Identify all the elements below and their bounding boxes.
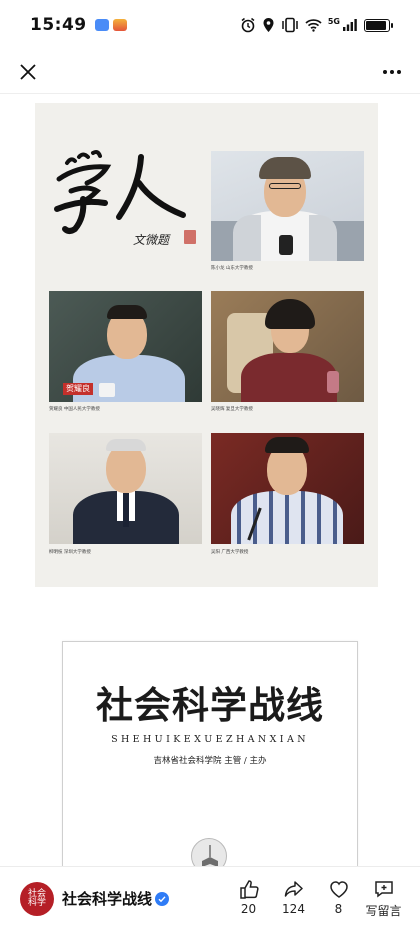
thumbs-up-icon <box>239 880 259 899</box>
figure-hair <box>107 305 147 319</box>
bottom-bar: 社会科学 社会科学战线 20 124 8 写留言 <box>0 866 420 930</box>
status-time: 15:49 <box>30 15 87 35</box>
close-icon <box>20 63 36 80</box>
battery-icon <box>364 18 393 32</box>
signal-icon <box>343 19 357 31</box>
figure-hair <box>265 299 315 329</box>
figure-hair <box>106 439 146 451</box>
comment-label: 写留言 <box>365 904 402 918</box>
journal-title: 社会科学战线 <box>96 683 324 727</box>
portrait-photo-1 <box>211 151 364 261</box>
like-count: 20 <box>240 902 257 916</box>
cup <box>327 371 339 393</box>
account-avatar[interactable]: 社会科学 <box>20 881 54 916</box>
more-icon <box>383 69 401 74</box>
account-name[interactable]: 社会科学战线 <box>62 888 152 909</box>
more-button[interactable] <box>376 56 408 88</box>
wifi-icon <box>305 19 322 32</box>
nameplate-card: 贺耀良 <box>63 383 93 395</box>
caption-4: 柳明枝 深圳大学教授 <box>49 550 91 555</box>
figure-jacket <box>309 215 337 261</box>
portrait-photo-3 <box>211 291 364 402</box>
seal-stamp <box>184 230 196 244</box>
caption-1: 陈小龙 山东大学教授 <box>211 266 253 271</box>
like-button[interactable]: 20 <box>226 878 271 919</box>
journal-publisher: 吉林省社会科学院 主管 / 主办 <box>153 756 267 766</box>
share-button[interactable]: 124 <box>271 878 316 919</box>
battery-level <box>366 20 386 30</box>
app-notification-icon <box>94 19 109 31</box>
location-icon <box>263 18 274 32</box>
vibrate-icon <box>282 17 298 33</box>
favorite-count: 8 <box>334 902 343 916</box>
signature: 文微题 <box>133 233 170 247</box>
close-button[interactable] <box>12 56 44 88</box>
network-type: 5G <box>327 16 340 26</box>
share-count: 124 <box>282 902 305 916</box>
figure-jacket <box>233 215 261 261</box>
verified-icon <box>155 891 170 906</box>
microphone <box>279 235 293 255</box>
avatar-text: 社会科学 <box>27 888 46 908</box>
portrait-photo-4 <box>49 433 202 544</box>
alarm-icon <box>241 17 255 33</box>
share-icon <box>284 881 303 897</box>
necktie <box>123 493 129 527</box>
caption-3: 吴晓辉 复旦大学教授 <box>211 407 253 412</box>
calligraphy-xueren <box>54 150 186 234</box>
figure-hair <box>265 437 309 453</box>
glasses <box>269 183 301 189</box>
status-icons: 5G <box>240 16 393 33</box>
comment-add-icon <box>374 881 393 898</box>
action-group: 20 124 8 写留言 <box>226 878 406 919</box>
status-bar: 15:49 5G <box>0 0 420 50</box>
portrait-photo-5 <box>211 433 364 544</box>
caption-2: 贺耀良 中国人民大学教授 <box>49 407 100 412</box>
app-notification-icon <box>112 19 127 31</box>
cap <box>259 157 311 179</box>
cup <box>99 383 115 397</box>
article-image-journal-cover[interactable]: 社会科学战线 SHEHUIKEXUEZHANXIAN 吉林省社会科学院 主管 /… <box>62 641 358 874</box>
portrait-photo-2: 贺耀良 <box>49 291 202 402</box>
caption-5: 吴阳 广西大学教授 <box>211 550 249 555</box>
journal-pinyin: SHEHUIKEXUEZHANXIAN <box>111 734 309 745</box>
heart-icon <box>329 881 348 898</box>
comment-button[interactable]: 写留言 <box>361 878 406 919</box>
article-image-scholars[interactable]: 文微题 陈小龙 山东大学教授 贺耀良 贺耀良 中国人民大学教授 吴晓辉 复旦大学… <box>35 103 378 587</box>
favorite-button[interactable]: 8 <box>316 878 361 919</box>
figure-body <box>241 353 337 402</box>
top-nav <box>0 50 420 94</box>
